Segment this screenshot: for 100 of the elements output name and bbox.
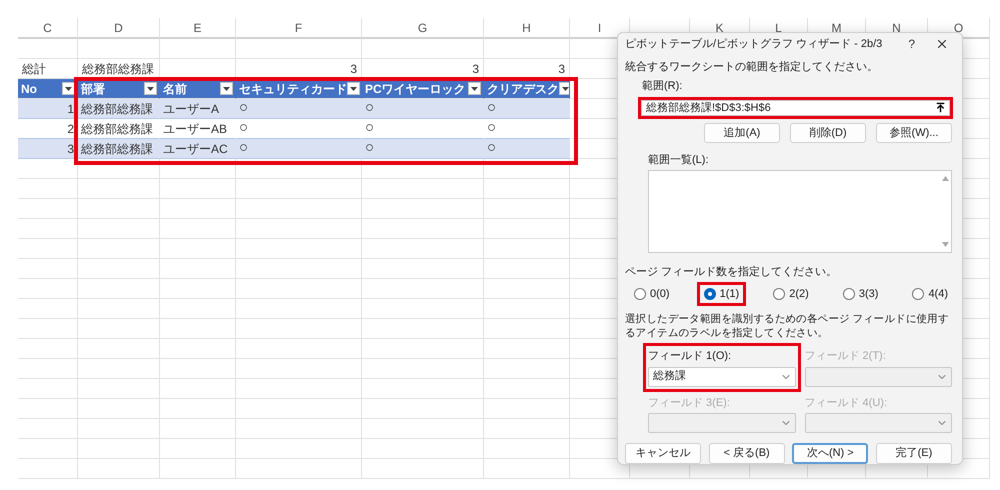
sheet-cell[interactable]: [78, 259, 160, 279]
sheet-cell[interactable]: [362, 379, 484, 399]
sheet-cell[interactable]: [78, 199, 160, 219]
sheet-cell[interactable]: 3: [236, 59, 362, 79]
sheet-cell[interactable]: [236, 39, 362, 59]
header-cell[interactable]: 名前: [160, 79, 236, 99]
filter-button[interactable]: [220, 82, 233, 95]
sheet-cell[interactable]: [362, 459, 484, 479]
sheet-cell[interactable]: [484, 39, 570, 59]
sheet-cell[interactable]: [362, 299, 484, 319]
sheet-cell[interactable]: [18, 199, 78, 219]
sheet-cell[interactable]: [362, 219, 484, 239]
header-cell[interactable]: クリアデスク: [484, 79, 570, 99]
sheet-cell[interactable]: 3: [362, 59, 484, 79]
filter-button[interactable]: [347, 82, 360, 95]
sheet-cell[interactable]: [362, 279, 484, 299]
range-input[interactable]: 総務部総務課!$D$3:$H$6: [641, 100, 950, 116]
header-cell[interactable]: 部署: [78, 79, 160, 99]
sheet-cell[interactable]: [160, 319, 236, 339]
filter-button[interactable]: [559, 82, 569, 95]
sheet-cell[interactable]: [160, 439, 236, 459]
sheet-cell[interactable]: [362, 239, 484, 259]
sheet-cell[interactable]: [78, 439, 160, 459]
sheet-cell[interactable]: [78, 39, 160, 59]
sheet-cell[interactable]: [18, 319, 78, 339]
sheet-cell[interactable]: [78, 219, 160, 239]
sheet-cell[interactable]: [18, 459, 78, 479]
dialog-button[interactable]: 追加(A): [704, 122, 780, 143]
sheet-cell[interactable]: [18, 39, 78, 59]
sheet-cell[interactable]: [484, 179, 570, 199]
sheet-cell[interactable]: [362, 39, 484, 59]
sheet-cell[interactable]: [484, 359, 570, 379]
sheet-cell[interactable]: ユーザーA: [160, 99, 236, 119]
sheet-cell[interactable]: [236, 179, 362, 199]
sheet-cell[interactable]: [160, 379, 236, 399]
sheet-cell[interactable]: [362, 179, 484, 199]
sheet-cell[interactable]: [160, 39, 236, 59]
range-list[interactable]: [648, 170, 952, 253]
radio-option[interactable]: 4(4): [912, 286, 948, 302]
sheet-cell[interactable]: [78, 239, 160, 259]
sheet-cell[interactable]: [236, 159, 362, 179]
sheet-cell[interactable]: [160, 179, 236, 199]
sheet-cell[interactable]: [362, 259, 484, 279]
sheet-cell[interactable]: [78, 339, 160, 359]
column-letter[interactable]: D: [78, 18, 160, 39]
sheet-cell[interactable]: [18, 359, 78, 379]
sheet-cell[interactable]: [236, 399, 362, 419]
column-letter[interactable]: E: [160, 18, 236, 39]
dialog-button[interactable]: キャンセル: [625, 443, 701, 464]
sheet-cell[interactable]: [18, 259, 78, 279]
column-letter[interactable]: C: [18, 18, 78, 39]
sheet-cell[interactable]: [236, 239, 362, 259]
dialog-button[interactable]: 完了(E): [876, 443, 952, 464]
dialog-button[interactable]: 参照(W)...: [876, 122, 952, 143]
sheet-cell[interactable]: [160, 199, 236, 219]
sheet-cell[interactable]: [484, 319, 570, 339]
sheet-cell[interactable]: 総務部総務課: [78, 99, 160, 119]
dialog-button[interactable]: < 戻る(B): [708, 443, 785, 464]
sheet-cell[interactable]: [362, 159, 484, 179]
radio-option[interactable]: 2(2): [773, 286, 809, 302]
sheet-cell[interactable]: [484, 339, 570, 359]
sheet-cell[interactable]: [362, 359, 484, 379]
sheet-cell[interactable]: [160, 299, 236, 319]
sheet-cell[interactable]: ユーザーAC: [160, 139, 236, 159]
sheet-cell[interactable]: [484, 439, 570, 459]
radio-option[interactable]: 3(3): [842, 286, 878, 302]
sheet-cell[interactable]: [18, 299, 78, 319]
filter-button[interactable]: [62, 82, 75, 95]
sheet-cell[interactable]: [160, 279, 236, 299]
sheet-cell[interactable]: [160, 399, 236, 419]
sheet-cell[interactable]: [78, 359, 160, 379]
sheet-cell[interactable]: [236, 299, 362, 319]
column-letter[interactable]: G: [362, 18, 484, 39]
sheet-cell[interactable]: [484, 159, 570, 179]
sheet-cell[interactable]: ○: [362, 99, 484, 119]
sheet-cell[interactable]: [236, 439, 362, 459]
sheet-cell[interactable]: [78, 279, 160, 299]
sheet-cell[interactable]: [484, 199, 570, 219]
filter-button[interactable]: [144, 82, 157, 95]
sheet-cell[interactable]: [484, 239, 570, 259]
sheet-cell[interactable]: [362, 319, 484, 339]
sheet-cell[interactable]: [484, 279, 570, 299]
sheet-cell[interactable]: [78, 319, 160, 339]
dropdown-field[interactable]: 総務課: [648, 366, 796, 386]
sheet-cell[interactable]: [362, 399, 484, 419]
sheet-cell[interactable]: [160, 239, 236, 259]
sheet-cell[interactable]: ○: [484, 139, 570, 159]
dialog-button[interactable]: 次へ(N) >: [792, 443, 868, 464]
sheet-cell[interactable]: [236, 259, 362, 279]
sheet-cell[interactable]: [160, 159, 236, 179]
sheet-cell[interactable]: [78, 399, 160, 419]
sheet-cell[interactable]: [18, 419, 78, 439]
sheet-cell[interactable]: [18, 379, 78, 399]
sheet-cell[interactable]: [18, 279, 78, 299]
sheet-cell[interactable]: [236, 419, 362, 439]
sheet-cell[interactable]: [484, 379, 570, 399]
sheet-cell[interactable]: [18, 439, 78, 459]
sheet-cell[interactable]: [78, 159, 160, 179]
sheet-cell[interactable]: [160, 259, 236, 279]
sheet-cell[interactable]: [484, 259, 570, 279]
